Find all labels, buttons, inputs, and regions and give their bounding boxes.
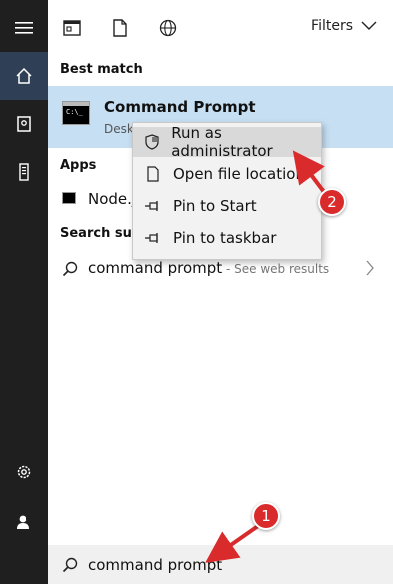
- user-button[interactable]: [0, 498, 48, 546]
- context-menu: Run as administrator Open file location …: [132, 122, 322, 260]
- device-button[interactable]: [0, 148, 48, 196]
- home-icon: [16, 67, 32, 84]
- filters-dropdown[interactable]: Filters: [311, 18, 377, 34]
- search-box[interactable]: command prompt: [48, 545, 393, 584]
- menu-item-label: Run as administrator: [171, 124, 273, 160]
- chevron-right-icon[interactable]: [365, 260, 375, 276]
- settings-button[interactable]: [0, 448, 48, 496]
- home-button[interactable]: [0, 52, 48, 100]
- search-input-value[interactable]: command prompt: [88, 556, 222, 574]
- search-icon: [62, 557, 78, 573]
- gear-icon: [17, 465, 31, 479]
- user-icon: [17, 515, 31, 529]
- command-prompt-icon: C:\_: [62, 101, 90, 125]
- annotation-badge-1: 1: [252, 502, 280, 530]
- file-icon: [147, 166, 159, 182]
- menu-item-label: Pin to Start: [173, 197, 257, 215]
- command-prompt-icon-text: C:\_: [66, 108, 83, 116]
- pin-icon: [145, 201, 158, 211]
- suggestion-query: command prompt: [88, 259, 223, 277]
- chevron-down-icon: [361, 21, 377, 30]
- documents-button[interactable]: [0, 100, 48, 148]
- menu-item-label: Open file location: [173, 165, 305, 183]
- node-app-icon: [62, 192, 76, 204]
- device-icon: [19, 163, 29, 181]
- apps-heading: Apps: [60, 158, 97, 173]
- best-match-heading: Best match: [60, 62, 143, 77]
- globe-icon: [159, 19, 177, 37]
- menu-item-open-file-location[interactable]: Open file location: [133, 159, 321, 189]
- top-toolbar: Filters: [48, 0, 393, 56]
- app-item-label: Node.j: [88, 190, 137, 208]
- hamburger-menu-button[interactable]: [0, 4, 48, 52]
- menu-item-pin-to-start[interactable]: Pin to Start: [133, 191, 321, 221]
- hamburger-icon: [15, 22, 33, 34]
- window-icon: [63, 20, 81, 36]
- left-rail: [0, 0, 48, 584]
- documents-filter-button[interactable]: [108, 16, 132, 40]
- web-filter-button[interactable]: [156, 16, 180, 40]
- suggestion-text: command prompt - See web results: [88, 259, 329, 277]
- best-match-title: Command Prompt: [104, 98, 256, 116]
- suggestion-suffix: - See web results: [222, 262, 330, 276]
- apps-filter-button[interactable]: [60, 16, 84, 40]
- menu-item-pin-to-taskbar[interactable]: Pin to taskbar: [133, 223, 321, 253]
- document-icon: [17, 116, 31, 132]
- filters-label: Filters: [311, 18, 353, 34]
- file-icon: [113, 19, 127, 37]
- menu-item-label: Pin to taskbar: [173, 229, 277, 247]
- best-match-subtitle: Desk: [104, 122, 134, 136]
- shield-icon: [145, 134, 159, 150]
- search-icon: [62, 261, 78, 277]
- pin-icon: [145, 233, 158, 243]
- menu-item-run-as-administrator[interactable]: Run as administrator: [133, 124, 321, 160]
- annotation-badge-2: 2: [318, 188, 346, 216]
